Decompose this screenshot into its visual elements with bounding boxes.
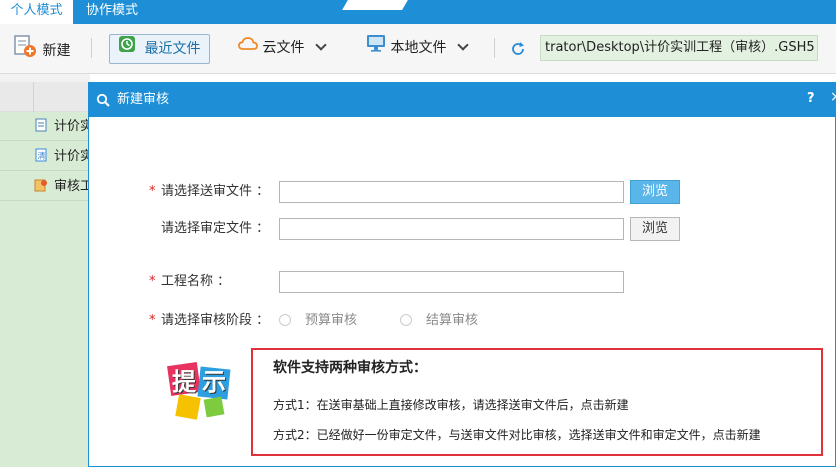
toolbar: 新建 最近文件 云文件 本地文件 trator\Desktop\计价实训工程（审… [0,24,836,74]
audit-stage-row: * 请选择审核阶段 ： [149,310,270,332]
send-file-input[interactable] [279,181,624,203]
audit-icon [34,178,48,192]
radio-button[interactable] [279,314,291,326]
stage-option-label: 预算审核 [305,313,358,328]
list-document-icon: 清 [34,148,48,162]
tree-item[interactable]: 清 计价实 [34,147,90,167]
stage-option-settlement[interactable]: 结算审核 [400,310,478,332]
tip-method-1: 方式1：在送审基础上直接修改审核，请选择送审文件后，点击新建 [273,398,629,412]
tree-divider [0,140,90,141]
tab-personal-mode[interactable]: 个人模式 [0,0,73,24]
project-panel-header [0,82,90,112]
toolbar-divider [91,38,92,58]
stage-option-budget[interactable]: 预算审核 [279,310,357,332]
document-icon [34,118,48,132]
radio-button[interactable] [400,314,412,326]
chevron-down-icon [457,39,469,51]
tree-divider [0,170,90,171]
send-file-label: 请选择送审文件 ： [161,184,270,199]
browse-approved-file-button[interactable]: 浏览 [630,217,680,241]
refresh-icon[interactable] [510,38,526,68]
cloud-files-label: 云文件 [262,40,305,56]
required-mark: * [149,274,156,289]
local-files-button[interactable]: 本地文件 [366,34,469,64]
required-mark: * [149,184,156,199]
file-path-field[interactable]: trator\Desktop\计价实训工程（审核）.GSH5 [540,35,818,61]
tip-logo-text: 提示 [172,368,232,396]
tree-item[interactable]: 审核工 [34,177,90,197]
tree-item[interactable]: 计价实 [34,117,90,137]
svg-text:清: 清 [38,151,46,161]
clock-icon [118,35,136,63]
project-name-input[interactable] [279,271,624,293]
new-button[interactable]: 新建 [12,34,70,64]
stage-option-label: 结算审核 [426,313,479,328]
send-file-row: * 请选择送审文件 ： [149,181,270,203]
close-icon[interactable]: × [830,89,836,105]
recent-files-button[interactable]: 最近文件 [109,34,210,64]
tree-item-label: 计价实 [54,119,90,134]
tree-item-label: 计价实 [54,149,90,164]
local-files-label: 本地文件 [390,40,447,56]
help-icon[interactable]: ? [807,91,815,106]
tip-method-2: 方式2：已经做好一份审定文件，与送审文件对比审核，选择送审文件和审定文件，点击新… [273,428,761,442]
audit-stage-label: 请选择审核阶段 ： [161,313,270,328]
browse-send-file-button[interactable]: 浏览 [630,180,680,204]
tab-collaboration-mode[interactable]: 协作模式 [76,0,148,24]
header-divider [33,82,34,112]
chevron-down-icon [315,39,327,51]
tree-item-label: 审核工 [54,179,90,194]
approved-file-label: 请选择审定文件 ： [161,221,270,236]
tip-title: 软件支持两种审核方式： [273,360,427,376]
tip-box: 软件支持两种审核方式： 方式1：在送审基础上直接修改审核，请选择送审文件后，点击… [251,348,823,456]
magnifier-icon [96,93,110,107]
mode-tabbar: 个人模式 协作模式 [0,0,836,24]
monitor-icon [366,34,386,62]
project-name-label: 工程名称 ： [161,274,231,289]
new-button-label: 新建 [42,43,71,59]
project-name-row: * 工程名称 ： [149,271,231,293]
dialog-titlebar: 新建审核 ? × [89,83,836,117]
recent-files-label: 最近文件 [144,41,201,57]
cloud-icon [238,34,258,62]
toolbar-divider [494,38,495,58]
cloud-files-button[interactable]: 云文件 [238,34,327,64]
required-mark: * [149,313,156,328]
approved-file-input[interactable] [279,218,624,240]
new-file-icon [12,34,38,68]
approved-file-row: 请选择审定文件 ： [161,218,269,240]
dialog-title: 新建审核 [117,92,170,107]
tree-divider [0,200,90,201]
tabbar-decoration [342,0,408,10]
